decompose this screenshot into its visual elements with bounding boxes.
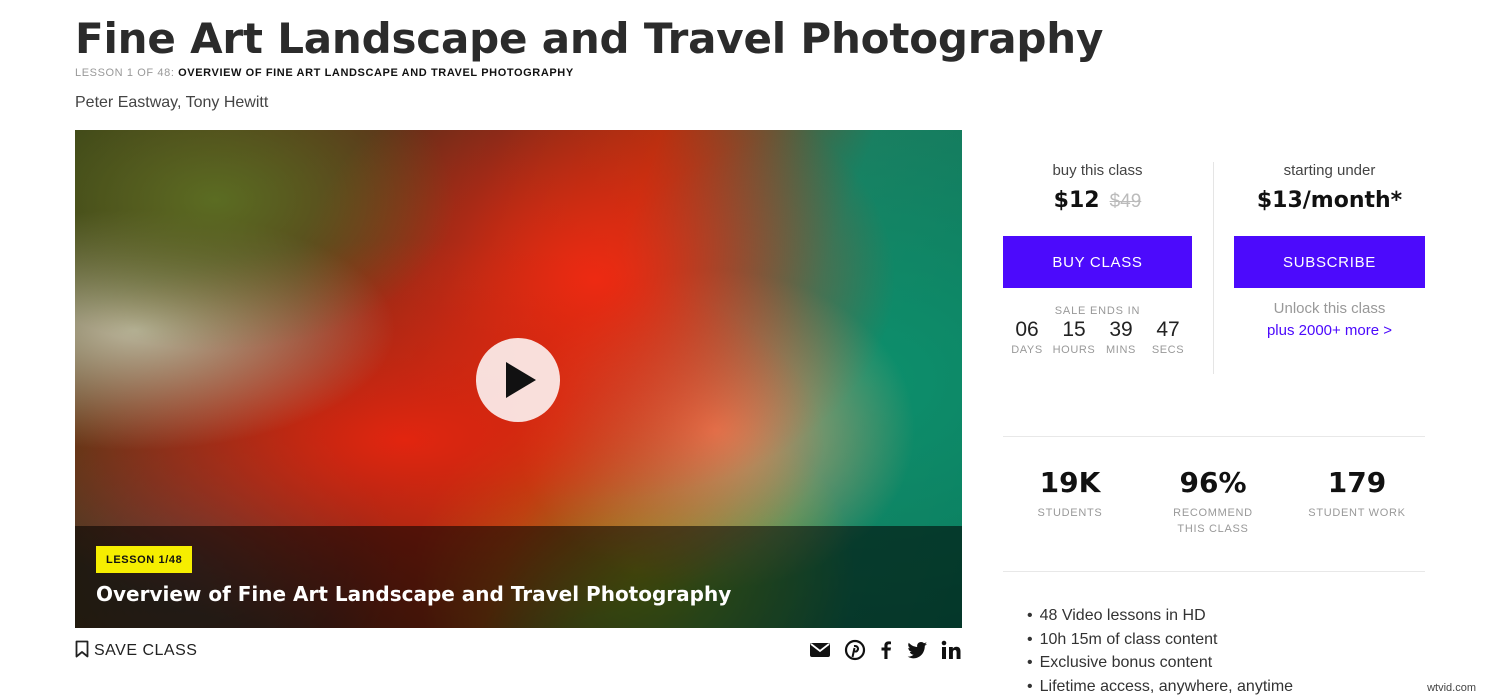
stat-value: 179 — [1327, 466, 1387, 499]
class-features-list: 48 Video lessons in HD 10h 15m of class … — [1027, 604, 1293, 698]
stats-divider-bottom — [1003, 571, 1425, 572]
buy-heading: buy this class — [1052, 162, 1143, 179]
countdown-label: SECS — [1151, 344, 1185, 356]
lesson-breadcrumb: LESSON 1 OF 48: OVERVIEW OF FINE ART LAN… — [75, 67, 574, 79]
buy-class-button[interactable]: BUY CLASS — [1003, 236, 1192, 288]
facebook-icon[interactable] — [874, 638, 898, 662]
stat-students: 19K STUDENTS — [1000, 466, 1140, 521]
share-bar — [808, 638, 963, 662]
pinterest-icon[interactable] — [843, 638, 867, 662]
feature-item: Lifetime access, anywhere, anytime — [1027, 675, 1293, 699]
video-player[interactable]: LESSON 1/48 Overview of Fine Art Landsca… — [75, 130, 962, 628]
subscribe-button[interactable]: SUBSCRIBE — [1234, 236, 1425, 288]
linkedin-icon[interactable] — [939, 638, 963, 662]
countdown-value: 39 — [1109, 318, 1133, 341]
lesson-badge: LESSON 1/48 — [96, 546, 193, 573]
feature-item: 10h 15m of class content — [1027, 628, 1293, 652]
save-class-label: SAVE CLASS — [94, 642, 198, 659]
play-button[interactable] — [476, 338, 560, 422]
sale-countdown: 06 DAYS 15 HOURS 39 MINS 47 SECS — [1003, 318, 1192, 356]
lesson-prefix: LESSON 1 OF 48: — [75, 67, 175, 79]
column-divider — [1213, 162, 1214, 374]
class-title: Fine Art Landscape and Travel Photograph… — [75, 14, 1104, 63]
stat-value: 96% — [1179, 466, 1247, 499]
countdown-mins: 39 MINS — [1099, 318, 1143, 356]
watermark: wtvid.com — [1427, 682, 1476, 694]
buy-price-block: $12 $49 — [1003, 188, 1192, 213]
unlock-text: Unlock this class — [1273, 300, 1386, 317]
feature-item: 48 Video lessons in HD — [1027, 604, 1293, 628]
lesson-name: OVERVIEW OF FINE ART LANDSCAPE AND TRAVE… — [178, 67, 574, 79]
countdown-hours: 15 HOURS — [1052, 318, 1096, 356]
feature-item: Exclusive bonus content — [1027, 651, 1293, 675]
stat-label: STUDENT WORK — [1308, 507, 1406, 519]
instructor-names[interactable]: Peter Eastway, Tony Hewitt — [75, 94, 268, 112]
stat-recommend: 96% RECOMMEND THIS CLASS — [1143, 466, 1283, 537]
countdown-label: HOURS — [1052, 344, 1096, 356]
save-class-button[interactable]: SAVE CLASS — [75, 640, 197, 660]
video-caption-overlay: LESSON 1/48 Overview of Fine Art Landsca… — [75, 526, 962, 628]
video-lesson-title: Overview of Fine Art Landscape and Trave… — [96, 582, 732, 606]
original-price: $49 — [1109, 191, 1142, 212]
stat-label: RECOMMEND THIS CLASS — [1173, 507, 1253, 535]
countdown-value: 15 — [1062, 318, 1086, 341]
countdown-secs: 47 SECS — [1146, 318, 1190, 356]
countdown-value: 47 — [1156, 318, 1180, 341]
sale-ends-label: SALE ENDS IN — [1054, 305, 1141, 317]
stats-divider-top — [1003, 436, 1425, 437]
countdown-days: 06 DAYS — [1005, 318, 1049, 356]
stat-value: 19K — [1039, 466, 1101, 499]
bookmark-icon — [75, 640, 89, 658]
stat-label: STUDENTS — [1037, 507, 1103, 519]
subscribe-heading: starting under — [1283, 162, 1376, 179]
subscribe-price: $13/month* — [1256, 188, 1403, 213]
countdown-label: MINS — [1106, 344, 1136, 356]
sale-price: $12 — [1053, 188, 1100, 213]
countdown-label: DAYS — [1011, 344, 1043, 356]
play-icon — [506, 362, 536, 398]
twitter-icon[interactable] — [905, 638, 929, 662]
email-icon[interactable] — [808, 638, 832, 662]
countdown-value: 06 — [1015, 318, 1039, 341]
stat-student-work[interactable]: 179 STUDENT WORK — [1287, 466, 1427, 521]
more-classes-link[interactable]: plus 2000+ more > — [1234, 322, 1425, 339]
